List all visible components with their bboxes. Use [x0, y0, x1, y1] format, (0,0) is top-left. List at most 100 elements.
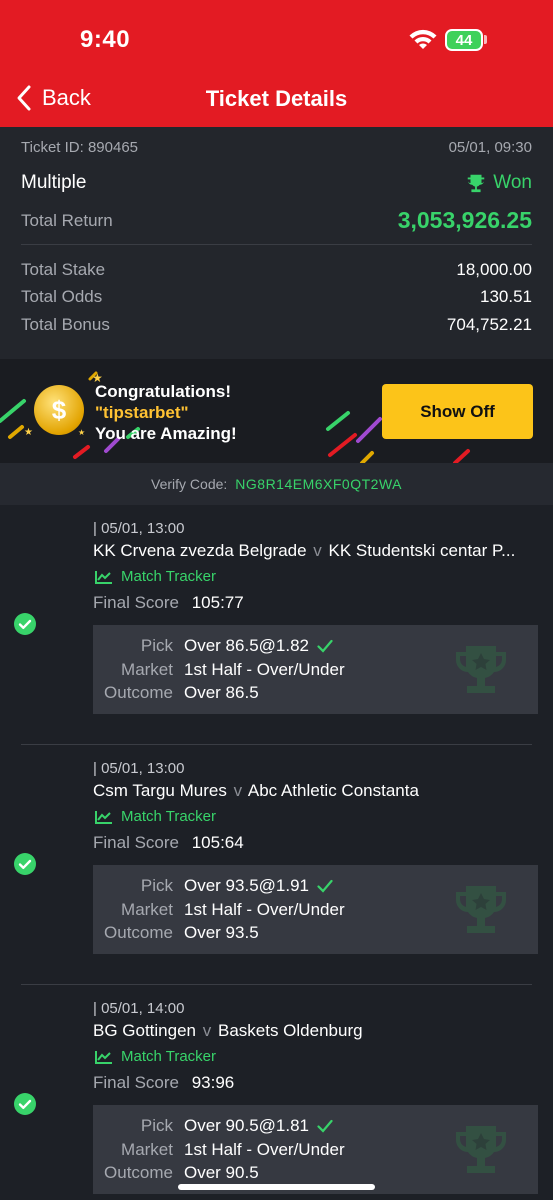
header-bar: 9:40 44 Back Ticket Details: [0, 0, 553, 127]
market-label: Market: [121, 660, 173, 679]
total-return-value: 3,053,926.25: [397, 207, 532, 233]
page-title: Ticket Details: [205, 86, 348, 111]
ticket-id: Ticket ID: 890465: [21, 139, 139, 156]
check-circle-icon: [14, 613, 36, 635]
match-tracker-label: Match Tracker: [121, 568, 217, 585]
svg-text:★: ★: [78, 428, 85, 437]
verify-code-value[interactable]: NG8R14EM6XF0QT2WA: [235, 476, 402, 492]
versus: v: [202, 1021, 212, 1040]
outcome-value: Over 86.5: [184, 683, 259, 702]
outcome-label: Outcome: [104, 683, 173, 702]
final-score-label: Final Score: [93, 1073, 179, 1092]
total-bonus-label: Total Bonus: [21, 315, 110, 334]
final-score-label: Final Score: [93, 593, 179, 612]
total-return-label: Total Return: [21, 210, 113, 230]
bet-type: Multiple: [21, 172, 87, 193]
wifi-icon: [409, 29, 437, 49]
list-item: | 05/01, 14:00 BG Gottingen v Baskets Ol…: [0, 985, 553, 1200]
list-item: | 05/01, 13:00 Csm Targu Mures v Abc Ath…: [0, 745, 553, 985]
trophy-icon: [468, 174, 485, 193]
market-label: Market: [121, 900, 173, 919]
check-icon: [317, 1119, 333, 1133]
away-team: Baskets Oldenburg: [217, 1021, 363, 1040]
final-score-value: 105:77: [191, 593, 244, 612]
pick-label: Pick: [140, 636, 173, 655]
match-tracker-link[interactable]: Match Tracker: [95, 1048, 216, 1065]
pick-label: Pick: [140, 876, 173, 895]
battery-icon: 44: [445, 29, 483, 51]
check-circle-icon: [14, 853, 36, 875]
match-teams: Csm Targu Mures v Abc Athletic Constanta: [93, 781, 541, 801]
home-team: Csm Targu Mures: [93, 781, 227, 800]
pick-label: Pick: [140, 1116, 173, 1135]
outcome-label: Outcome: [104, 923, 173, 942]
ticket-summary: Ticket ID: 890465 05/01, 09:30 Multiple …: [0, 127, 553, 359]
status-badge: Won: [465, 172, 532, 194]
pick-details: Pick Over 93.5@1.91 Market 1st Half - Ov…: [93, 865, 538, 954]
market-label: Market: [121, 1140, 173, 1159]
match-time: | 05/01, 13:00: [93, 520, 185, 537]
outcome-label: Outcome: [104, 1163, 173, 1182]
show-off-button[interactable]: Show Off: [382, 384, 533, 439]
pick-details: Pick Over 90.5@1.81 Market 1st Half - Ov…: [93, 1105, 538, 1194]
total-stake-label: Total Stake: [21, 260, 106, 279]
final-score-value: 105:64: [191, 833, 244, 852]
match-time: | 05/01, 14:00: [93, 1000, 185, 1017]
market-value: 1st Half - Over/Under: [184, 900, 345, 919]
outcome-value: Over 90.5: [184, 1163, 259, 1182]
match-tracker-label: Match Tracker: [121, 1048, 217, 1065]
total-stake-value: 18,000.00: [456, 260, 532, 279]
match-teams: BG Gottingen v Baskets Oldenburg: [93, 1021, 541, 1041]
total-odds-label: Total Odds: [21, 287, 103, 306]
home-indicator[interactable]: [178, 1184, 375, 1190]
status-text: Won: [493, 172, 532, 193]
final-score: Final Score 105:77: [93, 593, 244, 613]
market-value: 1st Half - Over/Under: [184, 660, 345, 679]
match-tracker-label: Match Tracker: [121, 808, 217, 825]
pick-details: Pick Over 86.5@1.82 Market 1st Half - Ov…: [93, 625, 538, 714]
market-value: 1st Half - Over/Under: [184, 1140, 345, 1159]
check-icon: [317, 639, 333, 653]
congrats-username: "tipstarbet": [95, 403, 189, 422]
final-score-label: Final Score: [93, 833, 179, 852]
congrats-line-1: Congratulations!: [95, 382, 231, 401]
match-time: | 05/01, 13:00: [93, 760, 185, 777]
divider: [21, 244, 532, 245]
svg-text:★: ★: [24, 427, 33, 438]
verify-code-bar: Verify Code: NG8R14EM6XF0QT2WA: [0, 463, 553, 505]
congrats-text: Congratulations! "tipstarbet" You are Am…: [95, 381, 237, 444]
pick-value: Over 93.5@1.91: [184, 876, 309, 895]
battery-tip: [484, 35, 487, 44]
congrats-banner: ★ ★ ★ $ Congratulations! "tipstarbet" Yo…: [0, 359, 553, 463]
versus: v: [313, 541, 322, 560]
total-odds-value: 130.51: [480, 287, 532, 306]
trophy-watermark-icon: [456, 1126, 506, 1173]
away-team: Abc Athletic Constanta: [247, 781, 419, 800]
check-circle-icon: [14, 1093, 36, 1115]
coin-icon: $: [34, 385, 84, 435]
match-teams: KK Crvena zvezda Belgrade v KK Studentsk…: [93, 541, 541, 561]
chart-line-icon: [95, 570, 112, 584]
match-tracker-link[interactable]: Match Tracker: [95, 808, 216, 825]
pick-value: Over 86.5@1.82: [184, 636, 309, 655]
pick-value: Over 90.5@1.81: [184, 1116, 309, 1135]
home-team: BG Gottingen: [93, 1021, 197, 1040]
away-team: KK Studentski centar P...: [328, 541, 516, 560]
match-tracker-link[interactable]: Match Tracker: [95, 568, 216, 585]
ticket-datetime: 05/01, 09:30: [448, 139, 532, 156]
battery-level: 44: [455, 31, 473, 49]
trophy-watermark-icon: [456, 886, 506, 933]
versus: v: [233, 781, 243, 800]
congrats-line-3: You are Amazing!: [95, 424, 237, 443]
verify-code-label: Verify Code:: [151, 476, 228, 492]
trophy-watermark-icon: [456, 646, 506, 693]
total-bonus-value: 704,752.21: [446, 315, 532, 334]
outcome-value: Over 93.5: [184, 923, 259, 942]
home-team: KK Crvena zvezda Belgrade: [93, 541, 307, 560]
chart-line-icon: [95, 810, 112, 824]
chart-line-icon: [95, 1050, 112, 1064]
status-time: 9:40: [80, 26, 131, 53]
final-score: Final Score 105:64: [93, 833, 244, 853]
final-score: Final Score 93:96: [93, 1073, 234, 1093]
final-score-value: 93:96: [191, 1073, 235, 1092]
